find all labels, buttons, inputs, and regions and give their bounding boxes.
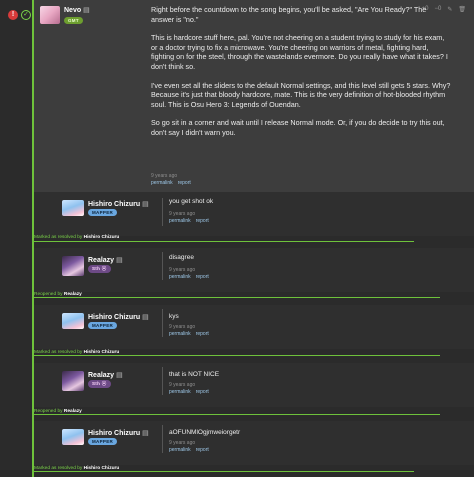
avatar[interactable] <box>62 371 84 391</box>
post-body: Right before the countdown to the song b… <box>151 5 451 147</box>
event-resolved: Marked as resolved by Hishiro Chizuru <box>34 466 120 471</box>
event-line <box>34 471 414 472</box>
post-time: 9 years ago <box>151 173 178 179</box>
reply-divider <box>162 425 163 453</box>
avatar[interactable] <box>62 200 84 216</box>
reply-meta: 9 years ago permalink report <box>169 211 214 225</box>
report-link[interactable]: report <box>196 447 209 453</box>
event-line <box>34 414 440 415</box>
reply-time: 9 years ago <box>169 267 196 273</box>
user-badge: MAPPER <box>88 322 118 329</box>
reply-meta: 9 years ago permalink report <box>169 382 214 396</box>
status-icons: ! ✓ <box>8 10 31 20</box>
reply-text: kys <box>169 313 179 320</box>
reply-time: 9 years ago <box>169 211 196 217</box>
reply-time: 9 years ago <box>169 440 196 446</box>
reply: Hishiro Chizuru ▤ MAPPER kys 9 years ago … <box>34 305 474 349</box>
event-line <box>34 241 414 242</box>
avatar[interactable] <box>62 256 84 276</box>
reply-username[interactable]: Hishiro Chizuru ▤ <box>88 429 149 437</box>
reply-username[interactable]: Hishiro Chizuru ▤ <box>88 313 149 321</box>
reply-username[interactable]: Hishiro Chizuru ▤ <box>88 200 149 208</box>
avatar[interactable] <box>62 429 84 445</box>
flag-icon: ▤ <box>142 430 149 437</box>
reply-username[interactable]: Realazy ▤ <box>88 371 123 379</box>
reply: Realazy ▤ Sth ⦿ that is NOT NICE 9 years … <box>34 363 474 407</box>
report-link[interactable]: report <box>196 218 209 224</box>
reply-divider <box>162 309 163 337</box>
user-badge: MAPPER <box>88 438 118 445</box>
avatar[interactable] <box>40 6 60 24</box>
report-link[interactable]: report <box>196 331 209 337</box>
reply-divider <box>162 367 163 395</box>
post-paragraph: Right before the countdown to the song b… <box>151 5 427 24</box>
permalink-link[interactable]: permalink <box>169 274 191 280</box>
reply-text: disagree <box>169 254 194 261</box>
post-username[interactable]: Nevo ▤ <box>64 6 90 14</box>
event-resolved: Marked as resolved by Hishiro Chizuru <box>34 350 120 355</box>
reply-text: you get shot ok <box>169 198 214 205</box>
flag-icon: ▤ <box>116 257 123 264</box>
user-badge: GMT <box>64 17 83 24</box>
permalink-link[interactable]: permalink <box>169 389 191 395</box>
event-reopened: Reopened by Realazy <box>34 409 82 414</box>
report-link[interactable]: report <box>178 180 191 186</box>
event-line <box>34 355 440 356</box>
permalink-link[interactable]: permalink <box>169 218 191 224</box>
reply-meta: 9 years ago permalink report <box>169 267 214 281</box>
reply: Hishiro Chizuru ▤ MAPPER you get shot ok … <box>34 192 474 236</box>
reply-divider <box>162 252 163 280</box>
flag-icon: ▤ <box>83 7 90 14</box>
event-reopened: Reopened by Realazy <box>34 292 82 297</box>
reply-meta: 9 years ago permalink report <box>169 440 214 454</box>
reply-meta: 9 years ago permalink report <box>169 324 214 338</box>
permalink-link[interactable]: permalink <box>151 180 173 186</box>
permalink-link[interactable]: permalink <box>169 331 191 337</box>
avatar[interactable] <box>62 313 84 329</box>
delete-icon[interactable]: 🗑 <box>458 6 466 13</box>
problem-icon: ! <box>8 10 18 20</box>
flag-icon: ▤ <box>142 314 149 321</box>
event-line <box>34 297 440 298</box>
reply-time: 9 years ago <box>169 382 196 388</box>
user-badge: MAPPER <box>88 209 118 216</box>
reply-username[interactable]: Realazy ▤ <box>88 256 123 264</box>
flag-icon: ▤ <box>142 201 149 208</box>
reply: Realazy ▤ Sth ⦿ disagree 9 years ago perm… <box>34 248 474 292</box>
user-badge: Sth ⦿ <box>88 380 111 388</box>
resolved-check-icon[interactable]: ✓ <box>21 10 31 20</box>
reply-text: that is NOT NICE <box>169 371 220 378</box>
flag-icon: ▤ <box>116 372 123 379</box>
main-post: Nevo ▤ GMT +0 −0 ✎ 🗑 Right before the cou… <box>34 0 474 193</box>
reply-text: aOFUNMlOgjmweiorgetr <box>169 429 241 436</box>
reply: Hishiro Chizuru ▤ MAPPER aOFUNMlOgjmweior… <box>34 421 474 465</box>
post-paragraph: So go sit in a corner and wait until I r… <box>151 118 445 137</box>
post-paragraph: This is hardcore stuff here, pal. You're… <box>151 33 448 71</box>
event-resolved: Marked as resolved by Hishiro Chizuru <box>34 235 120 240</box>
reply-time: 9 years ago <box>169 324 196 330</box>
report-link[interactable]: report <box>196 274 209 280</box>
permalink-link[interactable]: permalink <box>169 447 191 453</box>
post-paragraph: I've even set all the sliders to the def… <box>151 80 451 109</box>
post-meta: 9 years ago permalink report <box>151 173 196 187</box>
left-gutter: ! ✓ <box>0 0 31 477</box>
user-badge: Sth ⦿ <box>88 265 111 273</box>
report-link[interactable]: report <box>196 389 209 395</box>
reply-divider <box>162 198 163 226</box>
